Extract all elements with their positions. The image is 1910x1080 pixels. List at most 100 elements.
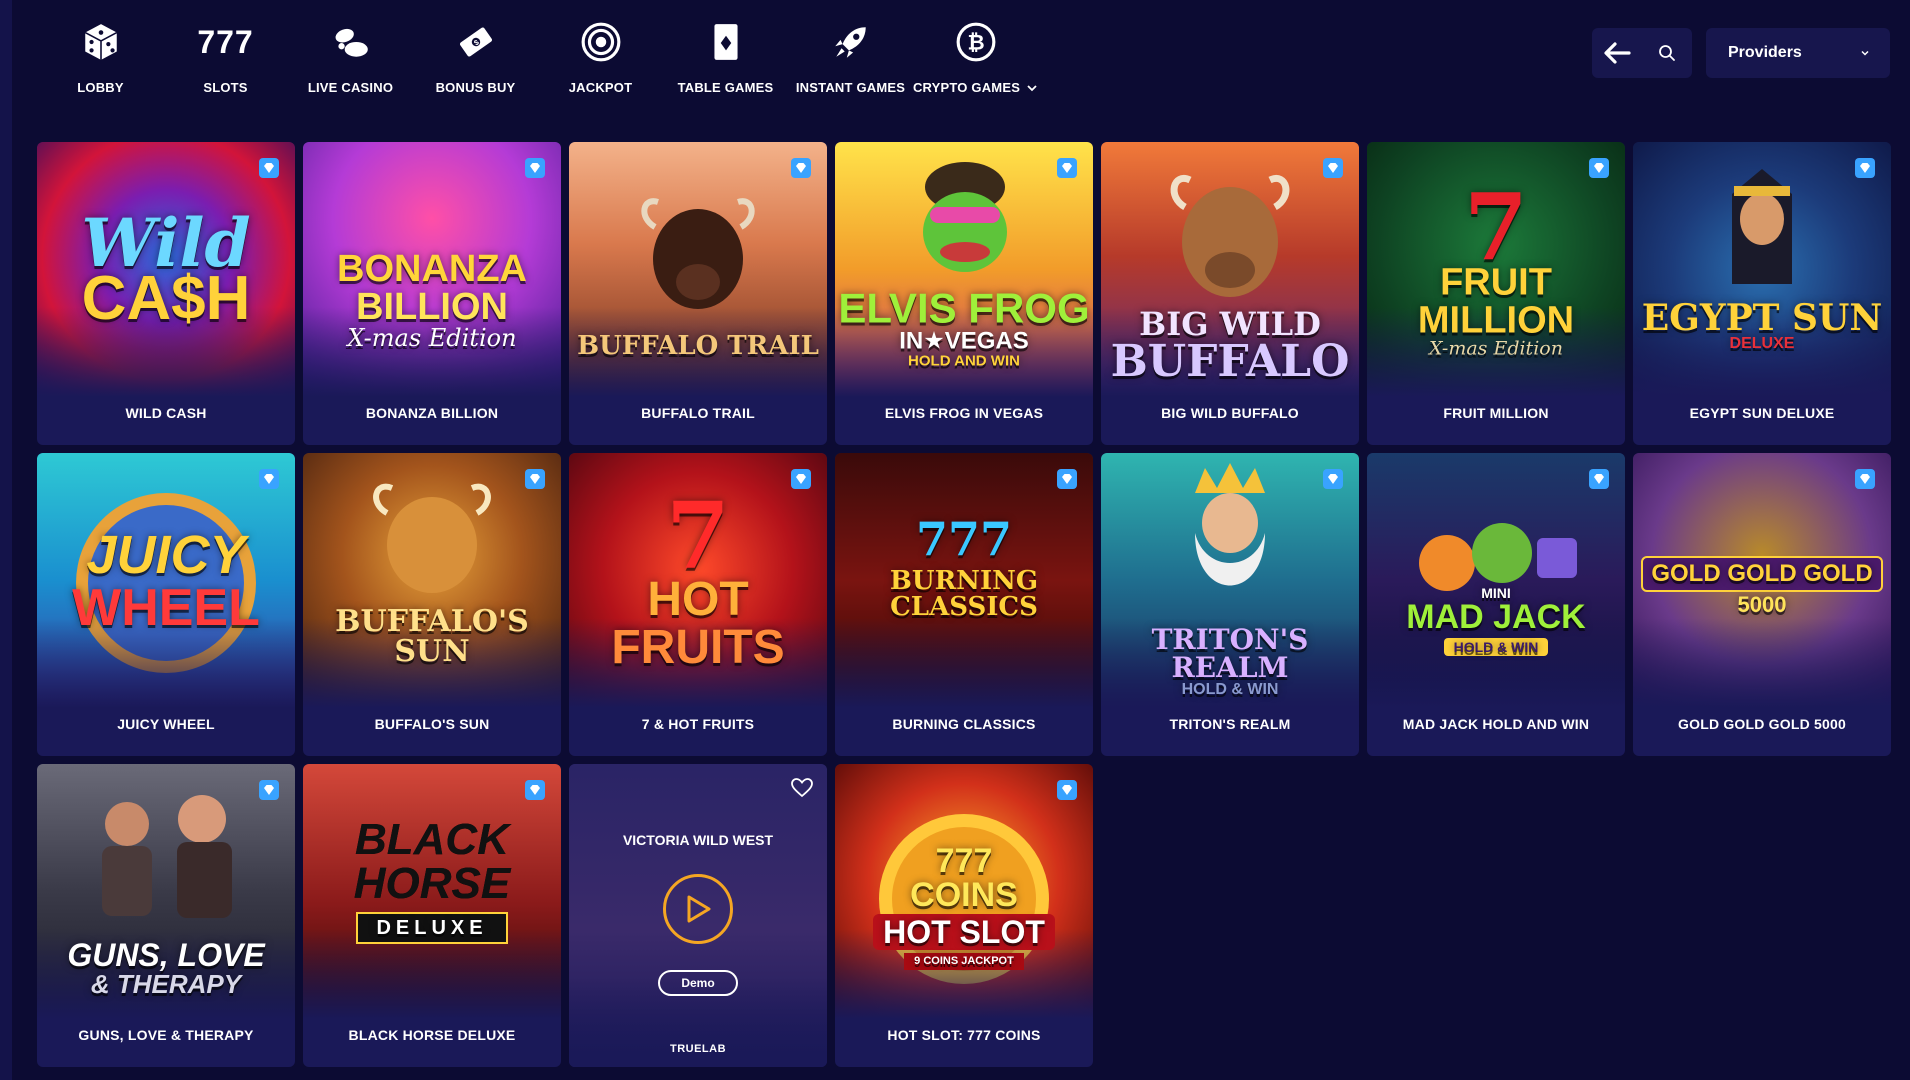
nav-live-casino[interactable]: LIVE CASINO <box>288 18 413 98</box>
diamond-icon <box>1057 469 1077 489</box>
game-title: HOT SLOT: 777 COINS <box>887 1027 1041 1043</box>
search-button[interactable] <box>1642 28 1692 78</box>
nav-label: TABLE GAMES <box>677 80 774 95</box>
game-card-mad-jack-hold-and-win[interactable]: MINI MAD JACK HOLD & WIN MAD JACK HOLD A… <box>1367 453 1625 756</box>
game-thumbnail: 7 FRUIT MILLION X-mas Edition <box>1367 142 1625 397</box>
nav-label: INSTANT GAMES <box>795 80 906 95</box>
diamond-icon <box>1323 158 1343 178</box>
game-title: JUICY WHEEL <box>117 716 215 732</box>
diamond-icon <box>791 469 811 489</box>
jackpot-target-icon <box>577 18 625 66</box>
game-card-wild-cash[interactable]: Wild CA$H WILD CASH <box>37 142 295 445</box>
game-thumbnail: 777 COINS HOT SLOT 9 COINS JACKPOT <box>835 764 1093 1019</box>
heart-icon[interactable] <box>791 778 813 798</box>
provider-logo: TRUELAB <box>669 1043 727 1055</box>
play-button[interactable] <box>663 874 733 944</box>
buffalo-art <box>641 198 755 309</box>
diamond-icon <box>1057 158 1077 178</box>
nav-table-games[interactable]: TABLE GAMES <box>663 18 788 98</box>
game-card-buffalo-trail[interactable]: BUFFALO TRAIL BUFFALO TRAIL <box>569 142 827 445</box>
category-nav: LOBBY 777 SLOTS LIVE CASINO $ BONUS BUY … <box>38 18 1038 98</box>
demo-button[interactable]: Demo <box>658 970 738 996</box>
game-thumbnail: Wild CA$H <box>37 142 295 397</box>
diamond-icon <box>1589 469 1609 489</box>
diamond-icon <box>259 158 279 178</box>
game-thumbnail: BUFFALO TRAIL <box>569 142 827 397</box>
game-thumbnail: GUNS, LOVE & THERAPY <box>37 764 295 1019</box>
nav-label: LIVE CASINO <box>307 80 394 95</box>
games-grid: Wild CA$H WILD CASH BONANZA BILLION X-ma… <box>37 142 1891 1067</box>
game-title: BUFFALO'S SUN <box>374 716 490 732</box>
game-card-juicy-wheel[interactable]: JUICY WHEEL JUICY WHEEL <box>37 453 295 756</box>
providers-dropdown[interactable]: Providers <box>1706 28 1890 78</box>
game-title: BIG WILD BUFFALO <box>1161 405 1299 421</box>
nav-label: SLOTS <box>203 80 248 95</box>
game-card-egypt-sun-deluxe[interactable]: EGYPT SUN DELUXE EGYPT SUN DELUXE <box>1633 142 1891 445</box>
game-card-fruit-million[interactable]: 7 FRUIT MILLION X-mas Edition FRUIT MILL… <box>1367 142 1625 445</box>
svg-text:₿: ₿ <box>967 31 984 54</box>
diamond-icon <box>1589 158 1609 178</box>
game-card-guns-love-therapy[interactable]: GUNS, LOVE & THERAPY GUNS, LOVE & THERAP… <box>37 764 295 1067</box>
bitcoin-icon: ₿ <box>952 18 1000 66</box>
diamond-icon <box>259 780 279 800</box>
diamond-icon <box>791 158 811 178</box>
game-card-black-horse-deluxe[interactable]: BLACK HORSE DELUXE BLACK HORSE DELUXE <box>303 764 561 1067</box>
hover-overlay: VICTORIA WILD WEST Demo TRUELAB <box>569 764 827 1067</box>
slots-777-icon: 777 <box>197 24 254 60</box>
left-rail <box>0 0 12 1080</box>
game-title: FRUIT MILLION <box>1443 405 1549 421</box>
play-icon <box>687 895 711 923</box>
nav-slots[interactable]: 777 SLOTS <box>163 18 288 98</box>
toolbar: Providers <box>1592 28 1890 78</box>
diamond-icon <box>525 780 545 800</box>
arrow-left-icon <box>1604 42 1631 64</box>
nav-label: CRYPTO GAMES <box>913 80 1038 95</box>
playing-card-icon <box>702 18 750 66</box>
pharaoh-art <box>1732 169 1792 284</box>
game-title: GOLD GOLD GOLD 5000 <box>1678 716 1846 732</box>
nav-lobby[interactable]: LOBBY <box>38 18 163 98</box>
dice-icon <box>77 18 125 66</box>
diamond-icon <box>525 158 545 178</box>
providers-label: Providers <box>1728 44 1802 61</box>
game-title: BUFFALO TRAIL <box>641 405 755 421</box>
game-card-gold-gold-gold-5000[interactable]: GOLD GOLD GOLD 5000 GOLD GOLD GOLD 5000 <box>1633 453 1891 756</box>
toolbar-button-group <box>1592 28 1692 78</box>
game-title: MAD JACK HOLD AND WIN <box>1402 716 1590 732</box>
diamond-icon <box>1855 469 1875 489</box>
triton-art <box>1195 463 1265 586</box>
game-card-tritons-realm[interactable]: TRITON'S REALM HOLD & WIN TRITON'S REALM <box>1101 453 1359 756</box>
live-casino-icon <box>327 18 375 66</box>
game-thumbnail: 777 BURNING CLASSICS <box>835 453 1093 708</box>
game-card-buffalos-sun[interactable]: BUFFALO'S SUN BUFFALO'S SUN <box>303 453 561 756</box>
game-card-burning-classics[interactable]: 777 BURNING CLASSICS BURNING CLASSICS <box>835 453 1093 756</box>
game-title: GUNS, LOVE & THERAPY <box>78 1027 254 1043</box>
nav-instant-games[interactable]: INSTANT GAMES <box>788 18 913 98</box>
nav-crypto-games[interactable]: ₿ CRYPTO GAMES <box>913 18 1038 98</box>
game-thumbnail: MINI MAD JACK HOLD & WIN <box>1367 453 1625 708</box>
game-card-7-hot-fruits[interactable]: 7 HOT FRUITS 7 & HOT FRUITS <box>569 453 827 756</box>
nav-label: LOBBY <box>77 80 124 95</box>
game-title: VICTORIA WILD WEST <box>622 832 774 848</box>
game-card-victoria-wild-west[interactable]: VICTORIA WILD WEST Demo TRUELAB <box>569 764 827 1067</box>
chevron-down-icon <box>1027 84 1037 91</box>
game-title: EGYPT SUN DELUXE <box>1689 405 1835 421</box>
diamond-icon <box>1057 780 1077 800</box>
chevron-down-icon <box>1861 50 1869 56</box>
game-card-big-wild-buffalo[interactable]: BIG WILD BUFFALO BIG WILD BUFFALO <box>1101 142 1359 445</box>
game-title: TRITON'S REALM <box>1169 716 1291 732</box>
game-thumbnail: GOLD GOLD GOLD 5000 <box>1633 453 1891 708</box>
nav-bonus-buy[interactable]: $ BONUS BUY <box>413 18 538 98</box>
game-card-elvis-frog-in-vegas[interactable]: ELVIS FROG IN★VEGAS HOLD AND WIN ELVIS F… <box>835 142 1093 445</box>
nav-jackpot[interactable]: JACKPOT <box>538 18 663 98</box>
game-card-bonanza-billion[interactable]: BONANZA BILLION X-mas Edition BONANZA BI… <box>303 142 561 445</box>
game-title: WILD CASH <box>125 405 207 421</box>
nav-label: JACKPOT <box>568 80 633 95</box>
game-thumbnail: EGYPT SUN DELUXE <box>1633 142 1891 397</box>
frog-art <box>923 162 1007 272</box>
diamond-icon <box>1323 469 1343 489</box>
game-card-hot-slot-777-coins[interactable]: 777 COINS HOT SLOT 9 COINS JACKPOT HOT S… <box>835 764 1093 1067</box>
search-icon <box>1659 45 1675 61</box>
game-title: 7 & HOT FRUITS <box>641 716 755 732</box>
back-button[interactable] <box>1592 28 1642 78</box>
